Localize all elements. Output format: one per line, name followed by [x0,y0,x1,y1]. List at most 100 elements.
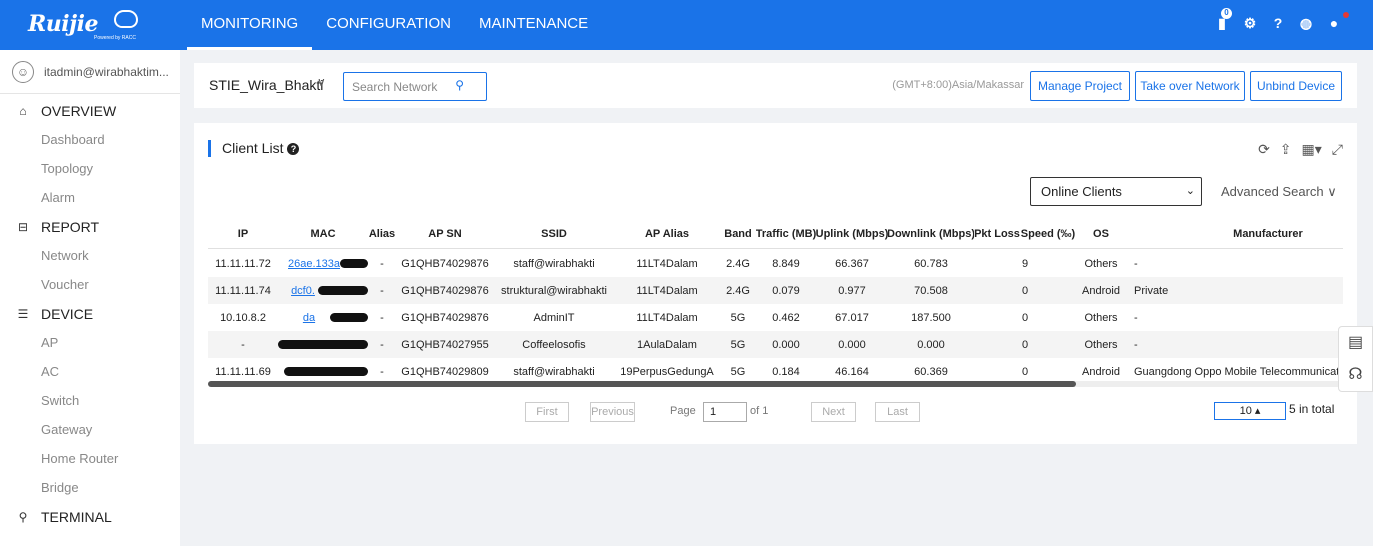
ip-cell: 11.11.11.74 [215,284,271,297]
client-list-title: Client List [222,140,284,156]
traffic-cell: 0.462 [772,311,800,324]
col-traffic[interactable]: Traffic (MB) [756,219,816,248]
search-input[interactable] [352,78,452,95]
sidebar-item-switch[interactable]: Switch [0,386,180,415]
sidebar-item-bridge[interactable]: Bridge [0,473,180,502]
sidebar-section-device[interactable]: ☰ DEVICE [0,299,180,328]
col-uplink[interactable]: Uplink (Mbps) [816,219,888,248]
ssid-cell: Coffeelosofis [522,338,586,351]
mac-cell[interactable]: dcf0. [278,277,368,304]
sidebar-item-gateway[interactable]: Gateway [0,415,180,444]
col-band[interactable]: Band [720,219,756,248]
take-over-network-button[interactable]: Take over Network [1135,71,1245,101]
mac-cell[interactable]: da [278,304,368,331]
ap-sn-cell: G1QHB74027955 [401,338,489,351]
gear-icon[interactable]: ⚙ [1241,14,1259,32]
scrollbar-thumb[interactable] [208,381,1076,387]
sidebar-item-voucher[interactable]: Voucher [0,270,180,299]
speed-cell: 0 [1021,284,1029,297]
refresh-icon[interactable]: ⟳ [1258,141,1270,158]
sidebar-item-ac[interactable]: AC [0,357,180,386]
ip-cell: - [241,338,245,351]
ruijie-logo[interactable]: Ruijie Powered by RACC [22,8,142,42]
speed-cell: 0 [1021,311,1029,324]
col-ip[interactable]: IP [208,219,278,248]
col-downlink[interactable]: Downlink (Mbps) [888,219,974,248]
manage-project-button[interactable]: Manage Project [1030,71,1130,101]
user-row[interactable]: ☺ itadmin@wirabhaktim... [0,50,180,94]
user-icon[interactable]: ● [1325,12,1349,32]
question-icon[interactable]: ? [287,143,300,155]
col-manufacturer[interactable]: Manufacturer [1126,219,1343,248]
col-ap-sn[interactable]: AP SN [396,219,494,248]
col-speed[interactable]: Speed (‰) [1020,219,1076,248]
col-os[interactable]: OS [1076,219,1126,248]
speed-cell: 0 [1021,338,1029,351]
search-icon[interactable]: ⚲ [455,78,464,92]
page-size-select[interactable]: 10 ▴ [1214,402,1286,420]
top-bar: Ruijie Powered by RACC MONITORING CONFIG… [0,0,1373,50]
headset-icon[interactable]: ☊ [1339,359,1372,391]
table-row[interactable]: 11.11.11.74 dcf0. - G1QHB74029876 struktural… [208,277,1343,304]
project-toolbar: STIE_Wira_Bhakti ∨ ⚲ (GMT+8:00)Asia/Maka… [194,63,1357,108]
downlink-cell: 70.508 [914,284,948,297]
chat-icon[interactable]: ▤ [1339,327,1372,359]
next-page-button[interactable]: Next [811,402,856,422]
client-table: IP MAC Alias AP SN SSID AP Alias Band Tr… [208,219,1343,389]
globe-icon[interactable]: ◍ [1297,14,1315,32]
last-page-button[interactable]: Last [875,402,920,422]
sidebar-item-home-router[interactable]: Home Router [0,444,180,473]
nav-maintenance[interactable]: MAINTENANCE [465,0,602,50]
table-tools: ⟳ ⇪ ▦▾ ⤢ [1258,141,1343,158]
sidebar: ☺ itadmin@wirabhaktim... ⌂ OVERVIEW Dashb… [0,50,180,546]
ap-sn-cell: G1QHB74029876 [401,257,489,270]
help-icon[interactable]: ? [1269,14,1287,32]
sidebar-section-overview[interactable]: ⌂ OVERVIEW [0,96,180,125]
ssid-cell: AdminIT [533,311,575,324]
mac-cell[interactable] [278,331,368,358]
sidebar-section-terminal[interactable]: ⚲ TERMINAL [0,502,180,531]
table-row[interactable]: 11.11.11.72 26ae.133a - G1QHB74029876 staff@… [208,250,1343,277]
ssid-cell: staff@wirabhakti [513,257,595,270]
sidebar-item-topology[interactable]: Topology [0,154,180,183]
ap-alias-cell: 1AulaDalam [637,338,697,351]
main-nav: MONITORING CONFIGURATION MAINTENANCE [187,0,602,50]
logo-subtitle: Powered by RACC [94,35,136,41]
downlink-cell: 0.000 [917,338,945,351]
chevron-down-icon[interactable]: ∨ [317,75,326,89]
mac-cell[interactable]: 26ae.133a [278,250,368,277]
alias-cell: - [380,338,384,351]
first-page-button[interactable]: First [525,402,569,422]
sidebar-item-network[interactable]: Network [0,241,180,270]
search-network: ⚲ [343,72,487,101]
page-of-label: of 1 [750,405,769,417]
unbind-device-button[interactable]: Unbind Device [1250,71,1342,101]
sidebar-item-dashboard[interactable]: Dashboard [0,125,180,154]
nav-configuration[interactable]: CONFIGURATION [312,0,465,50]
export-icon[interactable]: ⇪ [1280,141,1292,158]
sidebar-section-report[interactable]: ⊟ REPORT [0,212,180,241]
col-ssid[interactable]: SSID [494,219,614,248]
alias-cell: - [380,284,384,297]
columns-icon[interactable]: ▦▾ [1302,141,1322,158]
page-input[interactable]: 1 [703,402,747,422]
col-alias[interactable]: Alias [368,219,396,248]
notification-icon[interactable]: ▮ 0 [1213,8,1232,32]
notification-badge: 0 [1221,8,1232,19]
project-selector[interactable]: STIE_Wira_Bhakti [209,77,323,93]
table-row[interactable]: - - G1QHB74027955 Coffeelosofis 1AulaDalam 5G… [208,331,1343,358]
total-count: 5 in total [1289,402,1335,416]
nav-monitoring[interactable]: MONITORING [187,0,313,50]
traffic-cell: 8.849 [772,257,800,270]
sidebar-item-ap[interactable]: AP [0,328,180,357]
sidebar-item-alarm[interactable]: Alarm [0,183,180,212]
client-filter-select[interactable]: Online Clients ⌄ [1030,177,1202,206]
ap-alias-cell: 11LT4Dalam [636,311,698,324]
fullscreen-icon[interactable]: ⤢ [1332,141,1343,158]
previous-page-button[interactable]: Previous [590,402,635,422]
table-row[interactable]: 10.10.8.2 da - G1QHB74029876 AdminIT 11LT4Dal… [208,304,1343,331]
col-pkt-loss[interactable]: Pkt Loss [974,219,1020,248]
col-mac[interactable]: MAC [278,219,368,248]
advanced-search-toggle[interactable]: Advanced Search ∨ [1221,184,1337,200]
col-ap-alias[interactable]: AP Alias [614,219,720,248]
